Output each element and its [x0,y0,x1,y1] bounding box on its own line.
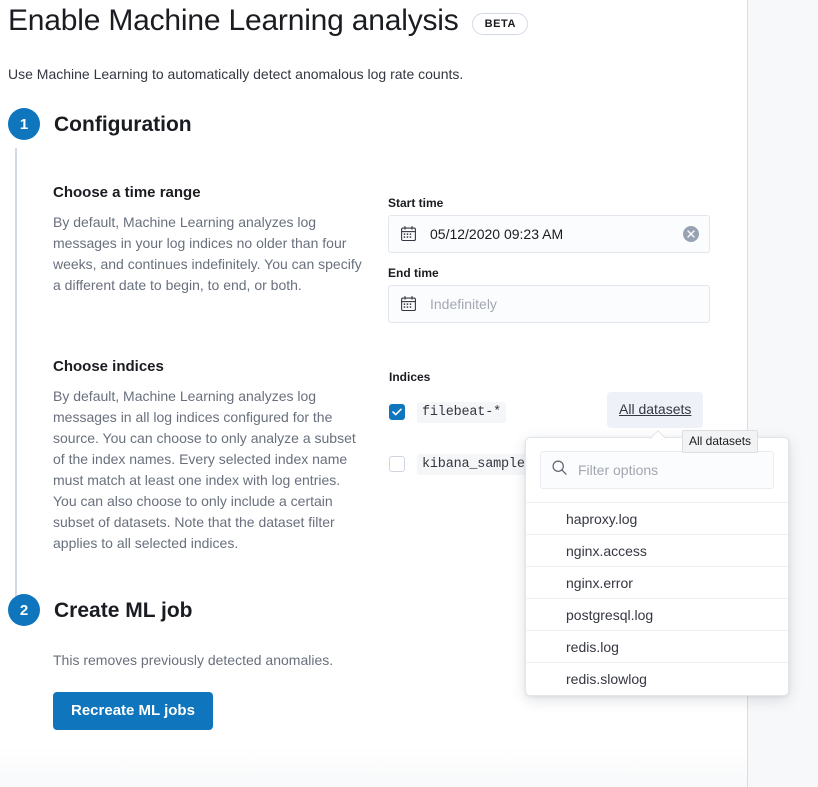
indices-heading: Choose indices [53,358,164,375]
indices-field: Indices filebeat-* kibana_sample. [389,369,538,477]
recreate-ml-jobs-button[interactable]: Recreate ML jobs [53,692,213,730]
calendar-icon [401,226,416,242]
calendar-icon [401,296,416,312]
clear-start-time-icon[interactable] [683,226,699,242]
start-time-field: Start time 05/12/2020 09:23 AM [388,195,710,253]
page-header: Enable Machine Learning analysis BETA [8,2,529,40]
popover-arrow [650,430,666,439]
dataset-options-list: haproxy.log nginx.access nginx.error pos… [526,503,788,695]
step-connector-line [15,148,17,598]
all-datasets-button[interactable]: All datasets [607,392,704,428]
beta-badge: BETA [471,13,529,35]
dataset-option[interactable]: haproxy.log [526,503,788,535]
time-range-heading: Choose a time range [53,184,201,201]
end-time-label: End time [388,266,439,280]
all-datasets-button-label: All datasets [619,401,692,417]
page-subtitle: Use Machine Learning to automatically de… [8,66,464,82]
index-row[interactable]: filebeat-* [389,399,538,425]
end-time-placeholder: Indefinitely [430,296,497,312]
dataset-option[interactable]: nginx.error [526,567,788,599]
index-checkbox-filebeat[interactable] [389,404,405,420]
start-time-input[interactable]: 05/12/2020 09:23 AM [388,215,710,253]
index-checkbox-kibana-sample[interactable] [389,456,405,472]
time-range-section: Choose a time range By default, Machine … [53,182,367,296]
dataset-option[interactable]: postgresql.log [526,599,788,631]
filter-options-input[interactable]: Filter options [540,451,774,489]
step-1-title: Configuration [54,113,192,136]
create-job-description: This removes previously detected anomali… [53,652,334,668]
index-name: kibana_sample. [417,453,538,475]
page-root: Enable Machine Learning analysis BETA Us… [0,0,818,787]
indices-description: By default, Machine Learning analyzes lo… [53,388,356,551]
index-name: filebeat-* [417,401,507,423]
step-2-number: 2 [8,594,40,626]
end-time-field: End time Indefinitely [388,265,710,323]
step-2-title: Create ML job [54,599,193,622]
all-datasets-tooltip: All datasets [682,430,759,453]
filter-options-placeholder: Filter options [578,462,659,478]
end-time-input[interactable]: Indefinitely [388,285,710,323]
datasets-popover: Filter options haproxy.log nginx.access … [525,437,789,696]
time-range-description: By default, Machine Learning analyzes lo… [53,214,362,293]
start-time-value: 05/12/2020 09:23 AM [430,226,564,242]
dataset-option[interactable]: redis.slowlog [526,663,788,695]
indices-label: Indices [389,370,431,384]
page-title: Enable Machine Learning analysis [8,4,459,37]
start-time-label: Start time [388,196,444,210]
step-1-number: 1 [8,108,40,140]
indices-section: Choose indices By default, Machine Learn… [53,356,367,554]
index-row[interactable]: kibana_sample. [389,451,538,477]
dataset-option[interactable]: nginx.access [526,535,788,567]
search-icon [552,460,567,480]
dataset-option[interactable]: redis.log [526,631,788,663]
